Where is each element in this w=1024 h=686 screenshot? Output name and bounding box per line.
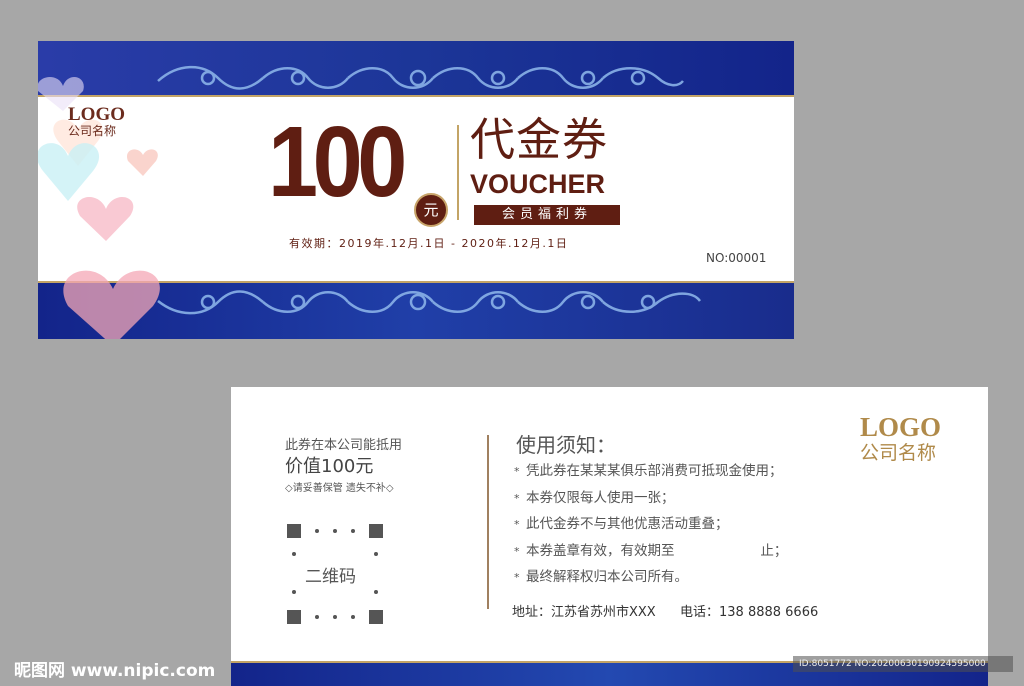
voucher-amount: 100 [268, 106, 407, 218]
qr-dot [292, 552, 296, 556]
qr-corner-icon [369, 610, 383, 624]
qr-dot [333, 529, 337, 533]
qr-dot [351, 529, 355, 533]
hearts-decoration [38, 77, 160, 339]
serial-number: NO:00001 [706, 251, 767, 265]
redeem-line: 此券在本公司能抵用 [285, 438, 403, 453]
usage-item: * 本券仅限每人使用一张； [514, 487, 787, 514]
voucher-front: LOGO 公司名称 100 元 代金券 VOUCHER 会员福利券 有效期：20… [38, 41, 794, 339]
qr-dot [315, 615, 319, 619]
usage-item-text: 本券盖章有效，有效期至 止； [526, 542, 788, 559]
company-name: 公司名称 [68, 124, 117, 138]
address: 地址：江苏省苏州市XXX [512, 605, 656, 620]
qr-code-placeholder: 二维码 [287, 524, 383, 624]
asterisk-icon: * [514, 491, 520, 505]
asterisk-icon: * [514, 518, 520, 531]
asterisk-icon: * [514, 544, 520, 558]
front-logo: LOGO 公司名称 [68, 105, 125, 138]
title-divider [457, 125, 459, 220]
usage-title: 使用须知： [516, 433, 616, 457]
qr-corner-icon [369, 524, 383, 538]
logo-text: LOGO [860, 412, 942, 442]
usage-item: * 此代金券不与其他优惠活动重叠； [514, 513, 787, 540]
voucher-title-en: VOUCHER [470, 169, 606, 199]
qr-dot [292, 590, 296, 594]
value-line: 价值100元 [285, 456, 374, 477]
watermark-site: 昵图网 www.nipic.com [14, 661, 216, 681]
top-scroll-ornament [157, 65, 684, 90]
keep-safe-note: ◇请妥善保管 遗失不补◇ [285, 483, 394, 494]
usage-item: * 本券盖章有效，有效期至 止； [514, 540, 787, 567]
bottom-scroll-ornament [157, 290, 702, 315]
watermark-id: ID:8051772 NO:20200630190924595000 [793, 656, 1013, 672]
back-logo: LOGO 公司名称 [860, 412, 941, 464]
currency-badge: 元 [414, 193, 448, 227]
qr-dot [374, 590, 378, 594]
usage-item-text: 最终解释权归本公司所有。 [526, 569, 688, 585]
voucher-title-cn: 代金券 [470, 113, 609, 166]
usage-list: * 凭此券在某某某俱乐部消费可抵现金使用； * 本券仅限每人使用一张； * 此代金券不… [514, 460, 787, 593]
qr-label: 二维码 [305, 567, 356, 587]
qr-dot [351, 615, 355, 619]
qr-dot [374, 552, 378, 556]
voucher-back: 此券在本公司能抵用 价值100元 ◇请妥善保管 遗失不补◇ 二维码 使用须知： … [231, 387, 988, 686]
company-name: 公司名称 [860, 442, 937, 464]
usage-item: * 最终解释权归本公司所有。 [514, 566, 787, 593]
qr-dot [315, 529, 319, 533]
usage-item-text: 此代金券不与其他优惠活动重叠； [526, 516, 729, 532]
qr-corner-icon [287, 524, 301, 538]
usage-item-text: 本券仅限每人使用一张； [526, 489, 675, 506]
back-divider [487, 435, 489, 609]
logo-text: LOGO [68, 104, 126, 125]
usage-item-text: 凭此券在某某某俱乐部消费可抵现金使用； [526, 463, 783, 479]
asterisk-icon: * [514, 465, 520, 478]
qr-corner-icon [287, 610, 301, 624]
member-benefit-tag: 会员福利券 [474, 205, 620, 225]
phone: 电话：138 8888 6666 [680, 605, 819, 620]
asterisk-icon: * [514, 571, 520, 584]
usage-item: * 凭此券在某某某俱乐部消费可抵现金使用； [514, 460, 787, 487]
qr-dot [333, 615, 337, 619]
validity-period: 有效期：2019年.12月.1日 - 2020年.12月.1日 [289, 237, 569, 250]
